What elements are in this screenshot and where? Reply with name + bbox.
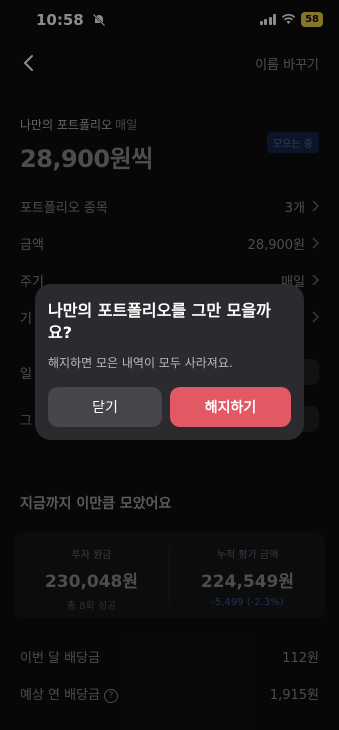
close-button[interactable]: 닫기 xyxy=(48,387,162,427)
dialog-title: 나만의 포트폴리오를 그만 모을까요? xyxy=(48,301,271,342)
dialog-buttons: 닫기 해지하기 xyxy=(48,387,291,427)
cancel-confirm-dialog: 나만의 포트폴리오를 그만 모을까요? 해지하면 모은 내역이 모두 사라져요.… xyxy=(35,284,304,440)
dialog-body: 해지하면 모은 내역이 모두 사라져요. xyxy=(48,356,233,370)
terminate-button[interactable]: 해지하기 xyxy=(170,387,291,427)
